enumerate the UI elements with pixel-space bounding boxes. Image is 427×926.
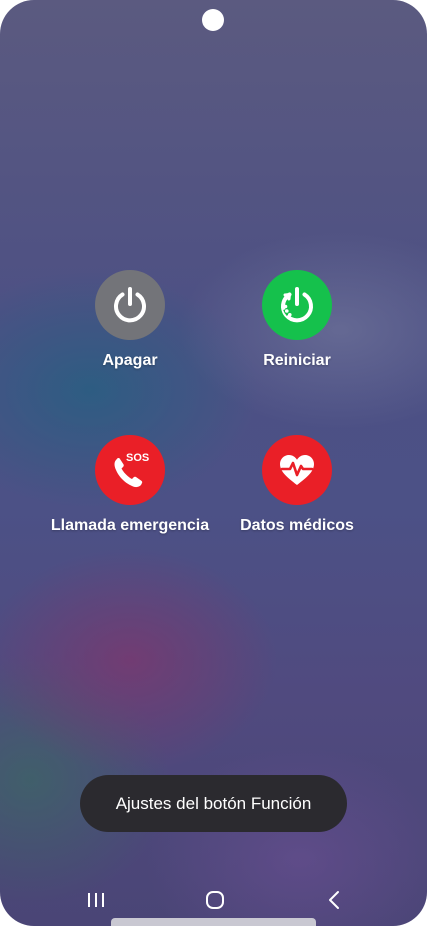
gesture-handle[interactable] (111, 918, 316, 926)
back-button[interactable] (315, 884, 355, 916)
restart-label: Reiniciar (263, 352, 331, 369)
medical-info-button[interactable] (262, 435, 332, 505)
recents-button[interactable] (76, 884, 116, 916)
sos-badge: SOS (126, 452, 149, 464)
restart-button[interactable] (262, 270, 332, 340)
emergency-call-button[interactable]: SOS (95, 435, 165, 505)
power-off-button[interactable] (95, 270, 165, 340)
front-camera-cutout (202, 9, 224, 31)
side-key-settings-button[interactable]: Ajustes del botón Función (80, 775, 347, 832)
power-icon (114, 287, 146, 323)
back-icon (329, 891, 339, 909)
side-key-settings-label: Ajustes del botón Función (115, 793, 312, 813)
restart-option[interactable]: Reiniciar (197, 270, 397, 370)
medical-info-option[interactable]: Datos médicos (197, 435, 397, 535)
home-icon (206, 891, 224, 909)
power-menu-screen: Apagar Reiniciar SOS Llamada emergencia (0, 0, 427, 926)
sos-phone-icon: SOS (114, 452, 149, 488)
heart-pulse-icon (280, 455, 314, 485)
emergency-call-label: Llamada emergencia (50, 517, 210, 534)
home-button[interactable] (195, 884, 235, 916)
medical-info-label: Datos médicos (240, 517, 354, 534)
restart-icon (281, 287, 313, 323)
power-off-label: Apagar (102, 352, 158, 369)
recents-icon (88, 893, 104, 907)
